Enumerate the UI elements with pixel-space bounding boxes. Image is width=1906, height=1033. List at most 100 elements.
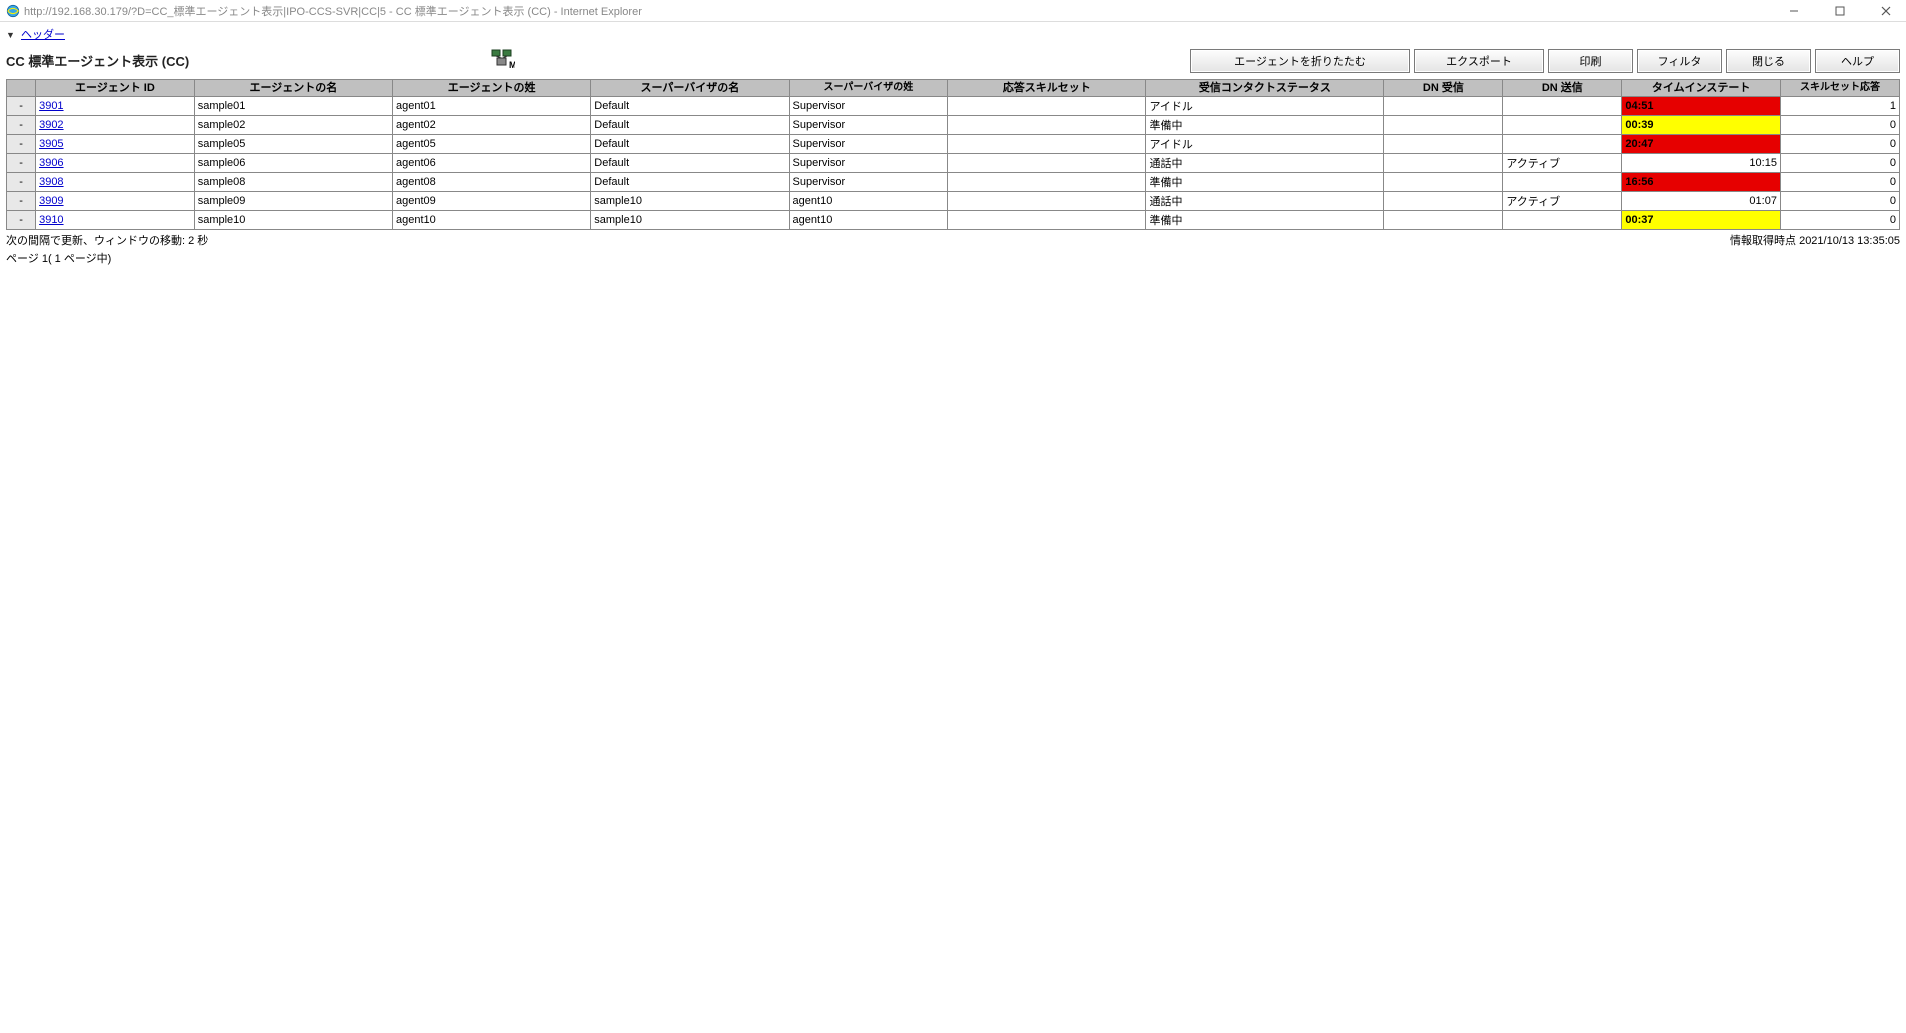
table-row: -3901sample01agent01DefaultSupervisorアイド… — [7, 97, 1900, 116]
col-skillset-ans[interactable]: スキルセット応答 — [1780, 80, 1899, 97]
print-button[interactable]: 印刷 — [1548, 49, 1633, 73]
cell-skillset-ans: 0 — [1780, 154, 1899, 173]
collapse-row-button[interactable]: - — [7, 97, 36, 116]
cell-supervisor-surname: Supervisor — [789, 135, 948, 154]
cell-answer-skillset — [948, 192, 1146, 211]
page-info: ページ 1( 1 ページ中) — [0, 250, 1906, 272]
table-row: -3910sample10agent10sample10agent10準備中00… — [7, 211, 1900, 230]
cell-recv-contact-status: 準備中 — [1146, 211, 1384, 230]
collapse-row-button[interactable]: - — [7, 135, 36, 154]
cell-supervisor-surname: Supervisor — [789, 154, 948, 173]
cell-supervisor-name: Default — [591, 97, 789, 116]
cell-dn-in — [1384, 97, 1503, 116]
col-supervisor-name[interactable]: スーパーバイザの名 — [591, 80, 789, 97]
cell-supervisor-name: Default — [591, 173, 789, 192]
cell-dn-out — [1503, 135, 1622, 154]
cell-dn-out — [1503, 173, 1622, 192]
col-agent-name[interactable]: エージェントの名 — [194, 80, 392, 97]
cell-dn-in — [1384, 154, 1503, 173]
cell-supervisor-surname: agent10 — [789, 192, 948, 211]
cell-agent-surname: agent06 — [392, 154, 590, 173]
cell-answer-skillset — [948, 173, 1146, 192]
agent-id-link[interactable]: 3906 — [39, 157, 63, 169]
cell-skillset-ans: 0 — [1780, 192, 1899, 211]
cell-recv-contact-status: 通話中 — [1146, 192, 1384, 211]
page-title: CC 標準エージェント表示 (CC) — [6, 51, 189, 70]
cell-dn-in — [1384, 173, 1503, 192]
ie-icon — [6, 4, 20, 18]
cell-supervisor-name: Default — [591, 135, 789, 154]
cell-recv-contact-status: 準備中 — [1146, 173, 1384, 192]
collapse-row-button[interactable]: - — [7, 192, 36, 211]
cell-agent-name: sample05 — [194, 135, 392, 154]
cell-dn-in — [1384, 192, 1503, 211]
cell-agent-surname: agent08 — [392, 173, 590, 192]
cell-time-in-state: 16:56 — [1622, 173, 1781, 192]
agent-id-link[interactable]: 3908 — [39, 176, 63, 188]
header-toggle-link[interactable]: ヘッダー — [21, 29, 65, 41]
filter-button[interactable]: フィルタ — [1637, 49, 1722, 73]
cell-time-in-state: 20:47 — [1622, 135, 1781, 154]
collapse-row-button[interactable]: - — [7, 211, 36, 230]
cell-dn-in — [1384, 211, 1503, 230]
agents-icon: M — [489, 48, 515, 73]
cell-agent-id: 3902 — [36, 116, 195, 135]
export-button[interactable]: エクスポート — [1414, 49, 1544, 73]
collapse-row-button[interactable]: - — [7, 116, 36, 135]
col-answer-skillset[interactable]: 応答スキルセット — [948, 80, 1146, 97]
collapse-row-button[interactable]: - — [7, 154, 36, 173]
cell-agent-surname: agent09 — [392, 192, 590, 211]
col-dn-in[interactable]: DN 受信 — [1384, 80, 1503, 97]
col-recv-contact-status[interactable]: 受信コンタクトステータス — [1146, 80, 1384, 97]
cell-agent-surname: agent01 — [392, 97, 590, 116]
agent-id-link[interactable]: 3910 — [39, 214, 63, 226]
col-dn-out[interactable]: DN 送信 — [1503, 80, 1622, 97]
fold-agents-button[interactable]: エージェントを折りたたむ — [1190, 49, 1410, 73]
col-agent-id[interactable]: エージェント ID — [36, 80, 195, 97]
maximize-button[interactable] — [1826, 1, 1854, 21]
cell-agent-id: 3908 — [36, 173, 195, 192]
refresh-info: 次の間隔で更新、ウィンドウの移動: 2 秒 — [6, 232, 208, 248]
cell-recv-contact-status: 準備中 — [1146, 116, 1384, 135]
cell-dn-in — [1384, 135, 1503, 154]
cell-time-in-state: 00:37 — [1622, 211, 1781, 230]
svg-text:M: M — [509, 60, 515, 70]
cell-skillset-ans: 0 — [1780, 173, 1899, 192]
cell-agent-name: sample10 — [194, 211, 392, 230]
cell-supervisor-surname: Supervisor — [789, 173, 948, 192]
cell-time-in-state: 04:51 — [1622, 97, 1781, 116]
agent-table: エージェント ID エージェントの名 エージェントの姓 スーパーバイザの名 スー… — [6, 79, 1900, 230]
table-row: -3902sample02agent02DefaultSupervisor準備中… — [7, 116, 1900, 135]
col-supervisor-surname[interactable]: スーパーバイザの姓 — [789, 80, 948, 97]
cell-agent-id: 3909 — [36, 192, 195, 211]
agent-id-link[interactable]: 3901 — [39, 100, 63, 112]
cell-skillset-ans: 0 — [1780, 116, 1899, 135]
help-button[interactable]: ヘルプ — [1815, 49, 1900, 73]
cell-answer-skillset — [948, 154, 1146, 173]
agent-id-link[interactable]: 3905 — [39, 138, 63, 150]
agent-id-link[interactable]: 3909 — [39, 195, 63, 207]
collapse-row-button[interactable]: - — [7, 173, 36, 192]
table-row: -3909sample09agent09sample10agent10通話中アク… — [7, 192, 1900, 211]
col-time-in-state[interactable]: タイムインステート — [1622, 80, 1781, 97]
cell-agent-id: 3905 — [36, 135, 195, 154]
cell-agent-id: 3910 — [36, 211, 195, 230]
cell-time-in-state: 10:15 — [1622, 154, 1781, 173]
cell-dn-out: アクティブ — [1503, 192, 1622, 211]
cell-recv-contact-status: 通話中 — [1146, 154, 1384, 173]
cell-dn-out: アクティブ — [1503, 154, 1622, 173]
minimize-button[interactable] — [1780, 1, 1808, 21]
col-agent-surname[interactable]: エージェントの姓 — [392, 80, 590, 97]
timestamp-info: 情報取得時点 2021/10/13 13:35:05 — [1730, 232, 1900, 248]
agent-id-link[interactable]: 3902 — [39, 119, 63, 131]
close-page-button[interactable]: 閉じる — [1726, 49, 1811, 73]
cell-answer-skillset — [948, 116, 1146, 135]
cell-agent-surname: agent05 — [392, 135, 590, 154]
table-row: -3906sample06agent06DefaultSupervisor通話中… — [7, 154, 1900, 173]
cell-recv-contact-status: アイドル — [1146, 135, 1384, 154]
cell-dn-out — [1503, 211, 1622, 230]
cell-answer-skillset — [948, 97, 1146, 116]
cell-time-in-state: 01:07 — [1622, 192, 1781, 211]
close-button[interactable] — [1872, 1, 1900, 21]
cell-agent-name: sample02 — [194, 116, 392, 135]
